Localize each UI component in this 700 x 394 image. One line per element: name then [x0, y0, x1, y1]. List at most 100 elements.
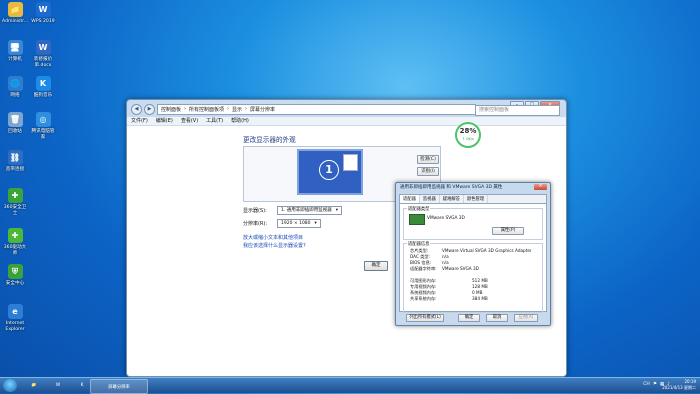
desktop-icon-label: WPS 2019 [31, 19, 55, 24]
identify-button[interactable]: 识别(I) [417, 167, 439, 176]
desktop-app-icon: 🖥 [7, 40, 23, 55]
dialog-cancel-button[interactable]: 取消 [486, 314, 508, 322]
tab-adapter[interactable]: 适配器 [400, 195, 420, 203]
desktop-icon[interactable]: W WPS 2019 [30, 2, 56, 25]
info-row: 适配器字符串: VMware SVGA 3D [410, 266, 479, 272]
adapter-info-legend: 适配器信息 [407, 241, 431, 247]
badge-speed: ↑ 0K/s [462, 137, 474, 141]
desktop-icon[interactable]: e Internet Explorer [2, 304, 28, 332]
adapter-type-legend: 适配器类型 [407, 206, 431, 212]
desktop-icon-label: Administr... [2, 19, 28, 24]
tab-color-management[interactable]: 颜色管理 [464, 195, 489, 203]
chevron-down-icon: ▾ [314, 221, 317, 226]
back-icon[interactable]: ◀ [131, 103, 142, 115]
list-all-modes-button[interactable]: 列出所有模式(L) [406, 314, 444, 322]
desktop-app-icon: W [35, 2, 51, 17]
resolution-value: 1920 × 1080 [281, 221, 311, 226]
memory-key: 共享系统内存: [410, 296, 437, 301]
desktop-app-icon: ⛓ [7, 150, 23, 165]
graphics-card-icon [409, 214, 425, 225]
monitor-1-icon[interactable]: 1 [297, 149, 363, 195]
properties-button[interactable]: 属性(P) [492, 227, 524, 235]
tab-monitor[interactable]: 监视器 [420, 195, 440, 203]
desktop-app-icon: 🌐 [7, 76, 23, 91]
menu-tools[interactable]: 工具(T) [206, 117, 223, 125]
adapter-name: VMware SVGA 3D [427, 216, 465, 221]
desktop-icon[interactable]: 🖥 计算机 [2, 40, 28, 63]
desktop-app-icon: ✚ [7, 228, 23, 243]
display-select[interactable]: 1. 通用非即插即用监视器 ▾ [277, 206, 342, 215]
desktop-icon-label: 计算机 [8, 57, 22, 62]
tab-troubleshoot[interactable]: 疑难解答 [440, 195, 464, 203]
desktop-app-icon: ◎ [35, 112, 51, 127]
network-speed-badge[interactable]: 28% ↑ 0K/s [455, 122, 481, 148]
desktop-icon-label: 酷狗音乐 [33, 93, 53, 98]
desktop-app-icon: W [35, 40, 51, 55]
menu-bar: 文件(F) 编辑(E) 查看(V) 工具(T) 帮助(H) [127, 117, 566, 126]
dialog-ok-button[interactable]: 确定 [458, 314, 480, 322]
clock-date: 2021/4/13 星期二 [662, 384, 696, 390]
menu-edit[interactable]: 编辑(E) [156, 117, 173, 125]
desktop-app-icon: K [35, 76, 51, 91]
wps-taskbar-icon[interactable]: W [50, 379, 66, 392]
dialog-title[interactable]: 通用非即插即用监视器 和 VMware SVGA 3D 属性 [396, 183, 550, 192]
start-button[interactable] [3, 379, 17, 392]
taskbar-window-label: 屏幕分辨率 [108, 384, 130, 390]
desktop-icon-label: 装修报价单.docx [33, 57, 53, 68]
desktop-app-icon: ✚ [7, 188, 23, 203]
search-input[interactable]: 搜索控制面板 [475, 105, 560, 116]
desktop-icon[interactable]: ◎ 腾讯电脑管家 [30, 112, 56, 140]
dialog-close-button[interactable]: ✕ [534, 184, 547, 190]
window-thumbnail-icon [343, 154, 358, 171]
dialog-body: 适配器 监视器 疑难解答 颜色管理 适配器类型 VMware SVGA 3D 属… [399, 194, 547, 322]
taskbar-active-window[interactable]: 屏幕分辨率 [90, 379, 148, 394]
ok-button[interactable]: 确定 [364, 261, 388, 271]
desktop-app-icon: 🗑 [7, 112, 23, 127]
flag-icon[interactable]: ⚑ [653, 382, 657, 387]
display-label: 显示器(S): [243, 208, 267, 214]
desktop-icon-label: 360安全卫士 [3, 205, 27, 216]
dialog-apply-button[interactable]: 应用(A) [514, 314, 538, 322]
adapter-type-group: 适配器类型 VMware SVGA 3D 属性(P) [403, 206, 543, 240]
page-title: 更改显示器的外观 [243, 136, 296, 144]
desktop-icon[interactable]: ✚ 360安全卫士 [2, 188, 28, 216]
desktop-icon-label: 网络 [10, 93, 20, 98]
badge-percent: 28% [459, 127, 477, 135]
adapter-properties-dialog: 通用非即插即用监视器 和 VMware SVGA 3D 属性 ✕ 适配器 监视器… [395, 182, 551, 326]
menu-help[interactable]: 帮助(H) [231, 117, 249, 125]
forward-icon[interactable]: ▶ [144, 103, 155, 115]
chevron-down-icon: ▾ [335, 208, 338, 213]
clock[interactable]: 20:19 2021/4/13 星期二 [662, 379, 696, 390]
kugou-taskbar-icon[interactable]: K [74, 379, 90, 392]
breadcrumb-item[interactable]: 屏幕分辨率 [250, 106, 275, 113]
desktop-icon-label: 腾讯电脑管家 [31, 129, 55, 140]
memory-row: 共享系统内存: 384 MB [410, 296, 488, 302]
display-help-link[interactable]: 我应该选择什么显示器设置? [243, 242, 306, 249]
desktop-icon[interactable]: ✚ 360驱动大师 [2, 228, 28, 256]
detect-button[interactable]: 检测(C) [417, 155, 439, 164]
desktop-icon-label: 安全中心 [5, 281, 25, 286]
address-bar: ◀ ▶ 控制面板 › 所有控制面板项 › 显示 › 屏幕分辨率 [131, 103, 476, 115]
info-value: VMware Virtual SVGA 3D Graphics Adapter [442, 248, 532, 253]
menu-file[interactable]: 文件(F) [131, 117, 148, 125]
resolution-label: 分辨率(R): [243, 221, 268, 227]
desktop-icon[interactable]: ⛓ 宽带连接 [2, 150, 28, 173]
breadcrumb-item[interactable]: 显示 [232, 106, 242, 113]
text-size-link[interactable]: 放大或缩小文本和其他项目 [243, 234, 303, 241]
breadcrumb-item[interactable]: 所有控制面板项 [189, 106, 224, 113]
desktop-icon[interactable]: 📁 Administr... [2, 2, 28, 25]
desktop-icon-label: Internet Explorer [5, 321, 25, 332]
desktop-icon[interactable]: 🗑 回收站 [2, 112, 28, 135]
menu-view[interactable]: 查看(V) [181, 117, 198, 125]
dialog-tabs: 适配器 监视器 疑难解答 颜色管理 [400, 195, 546, 204]
desktop-icon[interactable]: 🌐 网络 [2, 76, 28, 99]
explorer-taskbar-icon[interactable]: 📁 [26, 379, 42, 392]
desktop-icon[interactable]: K 酷狗音乐 [30, 76, 56, 99]
lang-indicator[interactable]: CH [643, 382, 650, 387]
desktop-icon[interactable]: W 装修报价单.docx [30, 40, 56, 68]
breadcrumb-item[interactable]: 控制面板 [161, 106, 181, 113]
resolution-select[interactable]: 1920 × 1080 ▾ [277, 219, 321, 228]
desktop-icon-label: 回收站 [8, 129, 22, 134]
breadcrumb[interactable]: 控制面板 › 所有控制面板项 › 显示 › 屏幕分辨率 [157, 103, 476, 115]
desktop-icon[interactable]: ⛨ 安全中心 [2, 264, 28, 287]
